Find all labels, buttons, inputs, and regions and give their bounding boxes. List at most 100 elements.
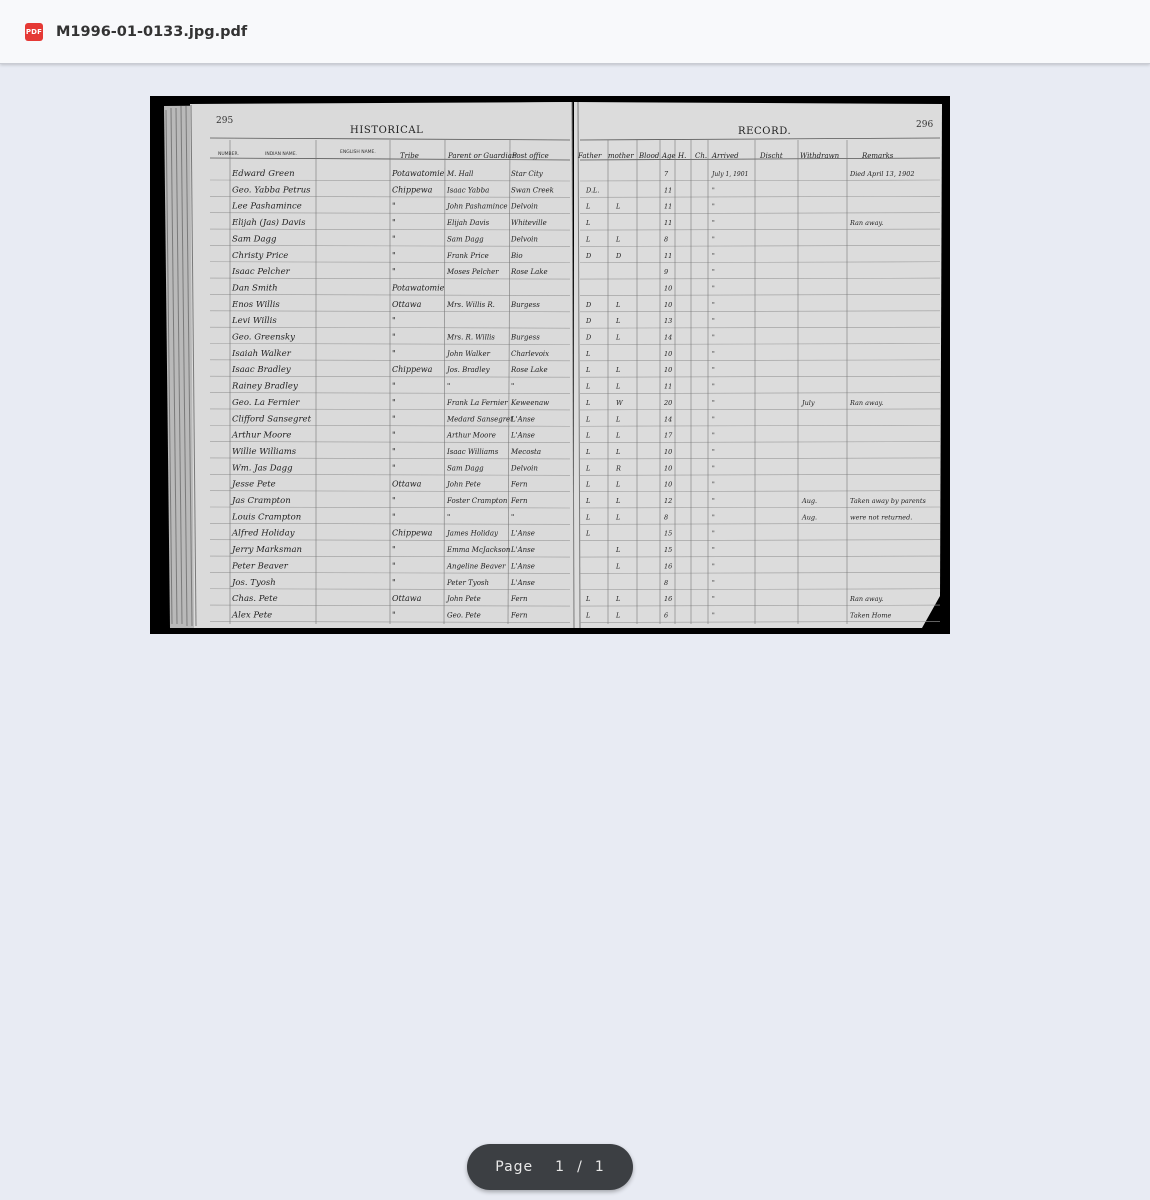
row-parent: Mrs. Willis R.: [446, 301, 495, 309]
row-tribe: Ottawa: [392, 594, 422, 603]
handwritten-header: Tribe: [400, 152, 419, 160]
pdf-file-icon: PDF: [25, 22, 43, 41]
row-mother: L: [615, 448, 620, 456]
row-arrived: ": [712, 580, 715, 587]
row-parent: Emma McJackson: [446, 546, 511, 554]
row-name: Dan Smith: [231, 283, 278, 293]
row-parent: Frank Price: [446, 252, 489, 260]
row-tribe: Ottawa: [392, 300, 422, 309]
row-age: 16: [664, 595, 672, 603]
row-age: 11: [664, 186, 672, 194]
row-arrived: ": [712, 547, 715, 554]
row-name: Jesse Pete: [230, 480, 276, 490]
row-age: 17: [664, 432, 673, 440]
row-arrived: ": [712, 514, 715, 521]
handwritten-header: Blood: [638, 152, 660, 160]
row-age: 14: [664, 415, 672, 423]
row-arrived: ": [712, 220, 715, 227]
row-age: 15: [664, 530, 672, 538]
right-page-heading: RECORD.: [738, 126, 791, 137]
row-post-office: ": [511, 383, 514, 391]
row-mother: L: [615, 432, 620, 440]
row-age: 12: [664, 497, 672, 505]
row-post-office: Delvoin: [510, 464, 538, 472]
handwritten-header: Arrived: [711, 152, 739, 160]
row-post-office: Star City: [511, 170, 544, 178]
ledger-scan-image: 295 HISTORICAL RECORD. 296 NUMBER. INDIA…: [164, 101, 942, 629]
row-arrived: ": [712, 335, 715, 342]
row-parent: Frank La Fernier: [446, 399, 508, 407]
row-post-office: L'Anse: [510, 415, 535, 423]
row-father: L: [585, 611, 590, 619]
row-age: 11: [664, 252, 672, 260]
row-parent: Medard Sansegret: [446, 415, 513, 423]
row-age: 11: [664, 219, 672, 227]
row-arrived: ": [712, 302, 715, 309]
column-header-english-name: ENGLISH NAME.: [340, 149, 376, 155]
row-name: Jas Crampton: [230, 496, 291, 506]
row-name: Wm. Jas Dagg: [232, 463, 293, 473]
row-name: Geo. Yabba Petrus: [232, 185, 311, 195]
row-father: L: [585, 415, 590, 423]
row-mother: L: [615, 203, 620, 211]
row-arrived: ": [712, 269, 715, 276]
row-age: 10: [664, 350, 672, 358]
row-name: Levi Willis: [231, 316, 277, 326]
row-remarks: Taken away by parents: [850, 497, 926, 505]
file-name-title: M1996-01-0133.jpg.pdf: [56, 23, 248, 40]
row-parent: Moses Pelcher: [446, 268, 499, 276]
left-page-heading: HISTORICAL: [350, 125, 423, 136]
page-indicator: Page 1 / 1: [467, 1144, 633, 1190]
row-post-office: ": [511, 513, 514, 521]
row-arrived: ": [712, 531, 715, 538]
row-parent: Foster Crampton: [446, 497, 508, 505]
handwritten-header: Parent or Guardian: [447, 152, 517, 160]
row-age: 20: [663, 399, 672, 407]
row-tribe: Potawatomie: [391, 283, 445, 292]
row-father: D: [585, 252, 592, 260]
row-tribe: ": [392, 234, 396, 243]
handwritten-header: Remarks: [861, 152, 894, 160]
page-label: Page: [495, 1159, 534, 1175]
handwritten-header: mother: [608, 152, 634, 160]
row-arrived: ": [712, 482, 715, 489]
row-remarks: Ran away.: [849, 595, 883, 603]
handwritten-header: Age: [661, 152, 676, 160]
row-tribe: ": [392, 447, 396, 456]
handwritten-header: Ch.: [695, 152, 707, 160]
row-father: D: [585, 301, 592, 309]
row-arrived: ": [712, 465, 715, 472]
row-name: Edward Green: [231, 169, 295, 179]
row-parent: Sam Dagg: [447, 235, 484, 243]
row-parent: M. Hall: [446, 170, 473, 178]
row-post-office: L'Anse: [510, 530, 535, 538]
row-name: Jos. Tyosh: [230, 578, 276, 588]
row-mother: L: [615, 481, 620, 489]
row-parent: James Holiday: [445, 530, 499, 538]
row-post-office: Mecosta: [510, 448, 541, 456]
row-tribe: ": [392, 431, 396, 440]
row-post-office: Rose Lake: [510, 366, 548, 374]
row-father: L: [585, 530, 590, 538]
row-post-office: Burgess: [510, 301, 540, 309]
row-tribe: ": [392, 463, 396, 472]
row-mother: L: [615, 546, 620, 554]
row-father: D: [585, 317, 592, 325]
row-age: 8: [664, 579, 668, 587]
row-tribe: ": [392, 496, 396, 505]
row-tribe: ": [392, 267, 396, 276]
row-post-office: Rose Lake: [510, 268, 548, 276]
row-arrived: ": [712, 416, 715, 423]
row-name: Isaac Bradley: [231, 365, 291, 375]
row-parent: John Pete: [445, 595, 481, 603]
row-name: Geo. La Fernier: [232, 398, 300, 408]
row-mother: L: [615, 383, 620, 391]
row-remarks: Taken Home: [850, 611, 891, 619]
row-name: Jerry Marksman: [230, 545, 302, 555]
column-header-number: NUMBER.: [218, 151, 239, 157]
row-name: Clifford Sansegret: [232, 414, 312, 424]
row-father: D: [585, 334, 592, 342]
row-mother: D: [615, 252, 622, 260]
row-parent: John Pashamince: [445, 203, 508, 211]
row-age: 10: [664, 366, 672, 374]
